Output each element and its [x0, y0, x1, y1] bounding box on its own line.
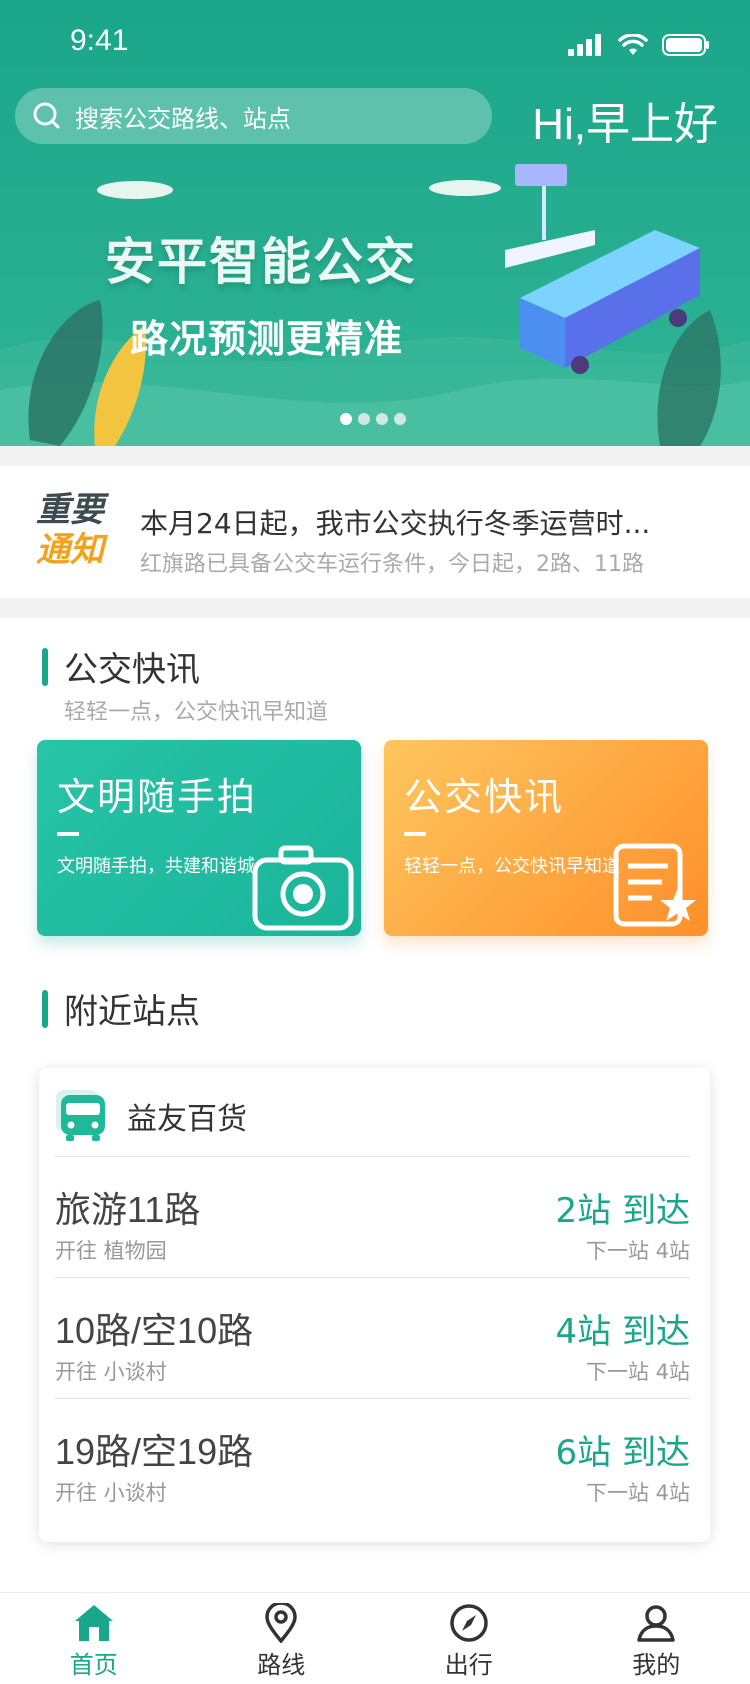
news-star-icon: [613, 843, 696, 927]
banner-title: 安平智能公交: [105, 233, 417, 291]
banner-illustration: [0, 164, 750, 446]
notice-badge: 重要 通知: [36, 490, 114, 570]
tab-mine[interactable]: 我的: [563, 1593, 750, 1684]
tab-label: 出行: [444, 1651, 493, 1679]
notice-badge-line2: 通知: [36, 530, 104, 570]
bottom-tab-bar: 首页 路线 出行 我的: [0, 1592, 750, 1684]
section-accent-bar: [42, 647, 48, 686]
tile-subtitle: 文明随手拍，共建和谐城: [57, 856, 255, 877]
news-section-header: 公交快讯: [42, 642, 200, 691]
home-icon: [74, 1605, 113, 1641]
bus-icon: [56, 1090, 105, 1141]
hero-banner: 9:41 搜索公交路线、站点 Hi,早上好 安平智能公交 路况预测更精准: [0, 0, 750, 446]
location-pin-icon: [265, 1603, 298, 1643]
banner-subtitle: 路况预测更精准: [130, 317, 404, 361]
route-name: 19路/空19路: [55, 1431, 254, 1472]
search-input[interactable]: 搜索公交路线、站点: [15, 88, 492, 144]
camera-icon: [252, 845, 354, 931]
route-row[interactable]: 10路/空10路 开往 小谈村 4站 到达 下一站 4站: [55, 1278, 690, 1399]
status-bar: 9:41: [0, 0, 750, 88]
user-icon: [637, 1605, 675, 1642]
tab-home[interactable]: 首页: [0, 1593, 188, 1684]
tile-title: 公交快讯: [404, 775, 565, 819]
route-next-stop: 下一站 4站: [585, 1239, 690, 1263]
tab-label: 路线: [257, 1651, 306, 1679]
carousel-dot[interactable]: [358, 413, 370, 425]
tile-title: 文明随手拍: [57, 775, 258, 819]
route-destination: 开往 小谈村: [55, 1360, 167, 1384]
wifi-icon: [618, 34, 648, 55]
route-next-stop: 下一站 4站: [585, 1481, 690, 1505]
route-row[interactable]: 旅游11路 开往 植物园 2站 到达 下一站 4站: [55, 1157, 690, 1278]
news-section-desc: 轻轻一点，公交快讯早知道: [64, 700, 329, 725]
notice-badge-line1: 重要: [36, 490, 104, 530]
news-section-title: 公交快讯: [64, 650, 200, 690]
route-eta: 2站 到达: [555, 1191, 690, 1231]
signal-icon: [568, 34, 601, 56]
station-name: 益友百货: [127, 1102, 247, 1137]
station-card[interactable]: 益友百货 旅游11路 开往 植物园 2站 到达 下一站 4站 10路/空10路 …: [39, 1068, 710, 1542]
route-eta: 4站 到达: [555, 1312, 690, 1352]
tile-dash: [57, 832, 79, 836]
battery-icon: [662, 34, 709, 56]
carousel-dot[interactable]: [340, 413, 352, 425]
carousel-dot[interactable]: [376, 413, 388, 425]
tab-label: 我的: [632, 1651, 681, 1679]
nearby-section-header: 附近站点: [42, 984, 200, 1033]
route-eta: 6站 到达: [555, 1433, 690, 1473]
search-icon: [33, 102, 60, 129]
tab-routes[interactable]: 路线: [188, 1593, 376, 1684]
notice-subtitle: 红旗路已具备公交车运行条件，今日起，2路、11路: [140, 552, 644, 577]
tile-subtitle: 轻轻一点，公交快讯早知道: [404, 856, 620, 877]
route-row[interactable]: 19路/空19路 开往 小谈村 6站 到达 下一站 4站: [55, 1399, 690, 1520]
tile-civilized-photo[interactable]: 文明随手拍 文明随手拍，共建和谐城: [37, 740, 361, 936]
status-icons: [568, 34, 710, 56]
notice-title[interactable]: 本月24日起，我市公交执行冬季运营时...: [140, 502, 650, 542]
tab-label: 首页: [69, 1651, 118, 1679]
route-destination: 开往 小谈村: [55, 1481, 167, 1505]
tile-dash: [404, 832, 426, 836]
compass-icon: [450, 1604, 488, 1642]
section-accent-bar: [42, 989, 48, 1028]
route-name: 10路/空10路: [55, 1310, 254, 1351]
status-time: 9:41: [70, 24, 129, 57]
tile-bus-news[interactable]: 公交快讯 轻轻一点，公交快讯早知道: [384, 740, 708, 936]
station-header: 益友百货: [55, 1088, 247, 1144]
tab-travel[interactable]: 出行: [375, 1593, 563, 1684]
carousel-indicator[interactable]: [340, 413, 406, 425]
route-name: 旅游11路: [55, 1189, 201, 1230]
route-next-stop: 下一站 4站: [585, 1360, 690, 1384]
route-destination: 开往 植物园: [55, 1239, 167, 1263]
nearby-section-title: 附近站点: [64, 992, 200, 1032]
search-placeholder: 搜索公交路线、站点: [75, 104, 291, 133]
greeting-text: Hi,早上好: [532, 100, 718, 149]
notice-bar[interactable]: 重要 通知 本月24日起，我市公交执行冬季运营时... 红旗路已具备公交车运行条…: [0, 466, 750, 598]
carousel-dot[interactable]: [394, 413, 406, 425]
